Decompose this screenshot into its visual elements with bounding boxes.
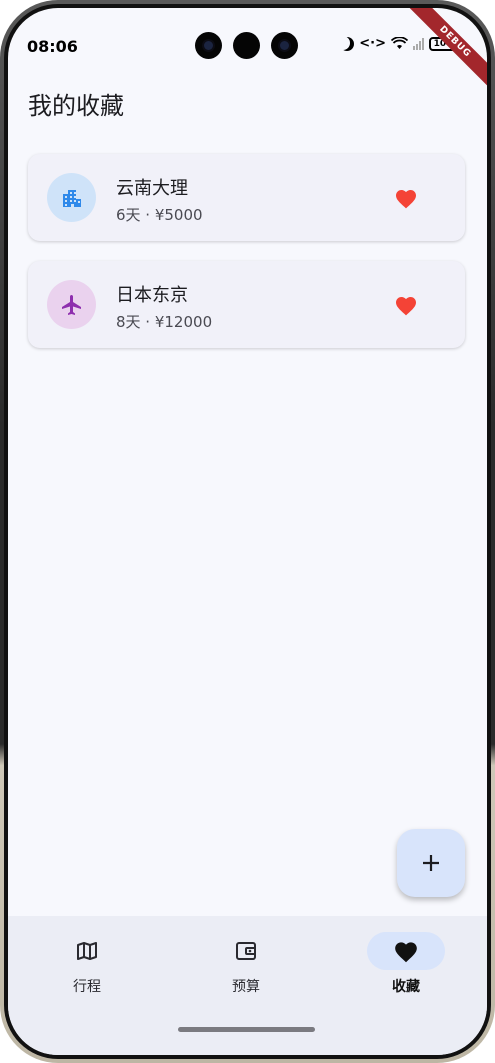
nav-label: 行程	[73, 979, 101, 995]
nav-item-budget[interactable]: 预算	[186, 932, 306, 996]
signal-icon	[413, 37, 424, 50]
card-subtitle: 6天 · ¥5000	[116, 206, 203, 224]
bottom-nav: 行程 预算 收藏	[8, 916, 487, 1055]
status-bar: 08:06 <·> 100 DEBUG	[8, 8, 487, 91]
nav-label: 收藏	[392, 979, 420, 995]
heart-icon[interactable]	[393, 294, 419, 316]
heart-icon[interactable]	[393, 187, 419, 209]
phone-frame: 08:06 <·> 100 DEBUG 我的收藏 云南大理 6天 · ¥5000…	[0, 0, 495, 1063]
nav-label: 预算	[232, 979, 260, 995]
moon-icon	[340, 37, 354, 51]
home-indicator[interactable]	[178, 1027, 315, 1032]
nav-pill-active	[367, 932, 445, 970]
city-icon	[47, 173, 96, 222]
favorites-list: 云南大理 6天 · ¥5000 日本东京 8天 · ¥12000	[28, 154, 465, 368]
status-time: 08:06	[27, 37, 78, 56]
favorite-card[interactable]: 日本东京 8天 · ¥12000	[28, 261, 465, 348]
card-subtitle: 8天 · ¥12000	[116, 313, 213, 331]
front-camera-icon	[195, 32, 222, 59]
add-icon	[423, 855, 439, 871]
wifi-icon	[391, 37, 408, 49]
phone-bezel: 08:06 <·> 100 DEBUG 我的收藏 云南大理 6天 · ¥5000…	[4, 4, 491, 1059]
favorite-card[interactable]: 云南大理 6天 · ¥5000	[28, 154, 465, 241]
airplane-icon	[47, 280, 96, 329]
page-title: 我的收藏	[28, 92, 124, 120]
card-title: 云南大理	[116, 178, 188, 199]
wallet-icon	[236, 942, 256, 960]
map-icon	[77, 942, 97, 960]
app-screen: 08:06 <·> 100 DEBUG 我的收藏 云南大理 6天 · ¥5000…	[8, 8, 487, 1055]
nav-item-itinerary[interactable]: 行程	[27, 932, 147, 996]
sensor-icon	[233, 32, 260, 59]
nav-item-favorites[interactable]: 收藏	[346, 932, 466, 996]
front-camera-icon	[271, 32, 298, 59]
nav-pill	[48, 932, 126, 970]
card-title: 日本东京	[116, 285, 188, 306]
add-button[interactable]	[397, 829, 465, 897]
heart-icon	[395, 942, 417, 963]
nav-pill	[207, 932, 285, 970]
data-transfer-icon: <·>	[359, 36, 386, 51]
